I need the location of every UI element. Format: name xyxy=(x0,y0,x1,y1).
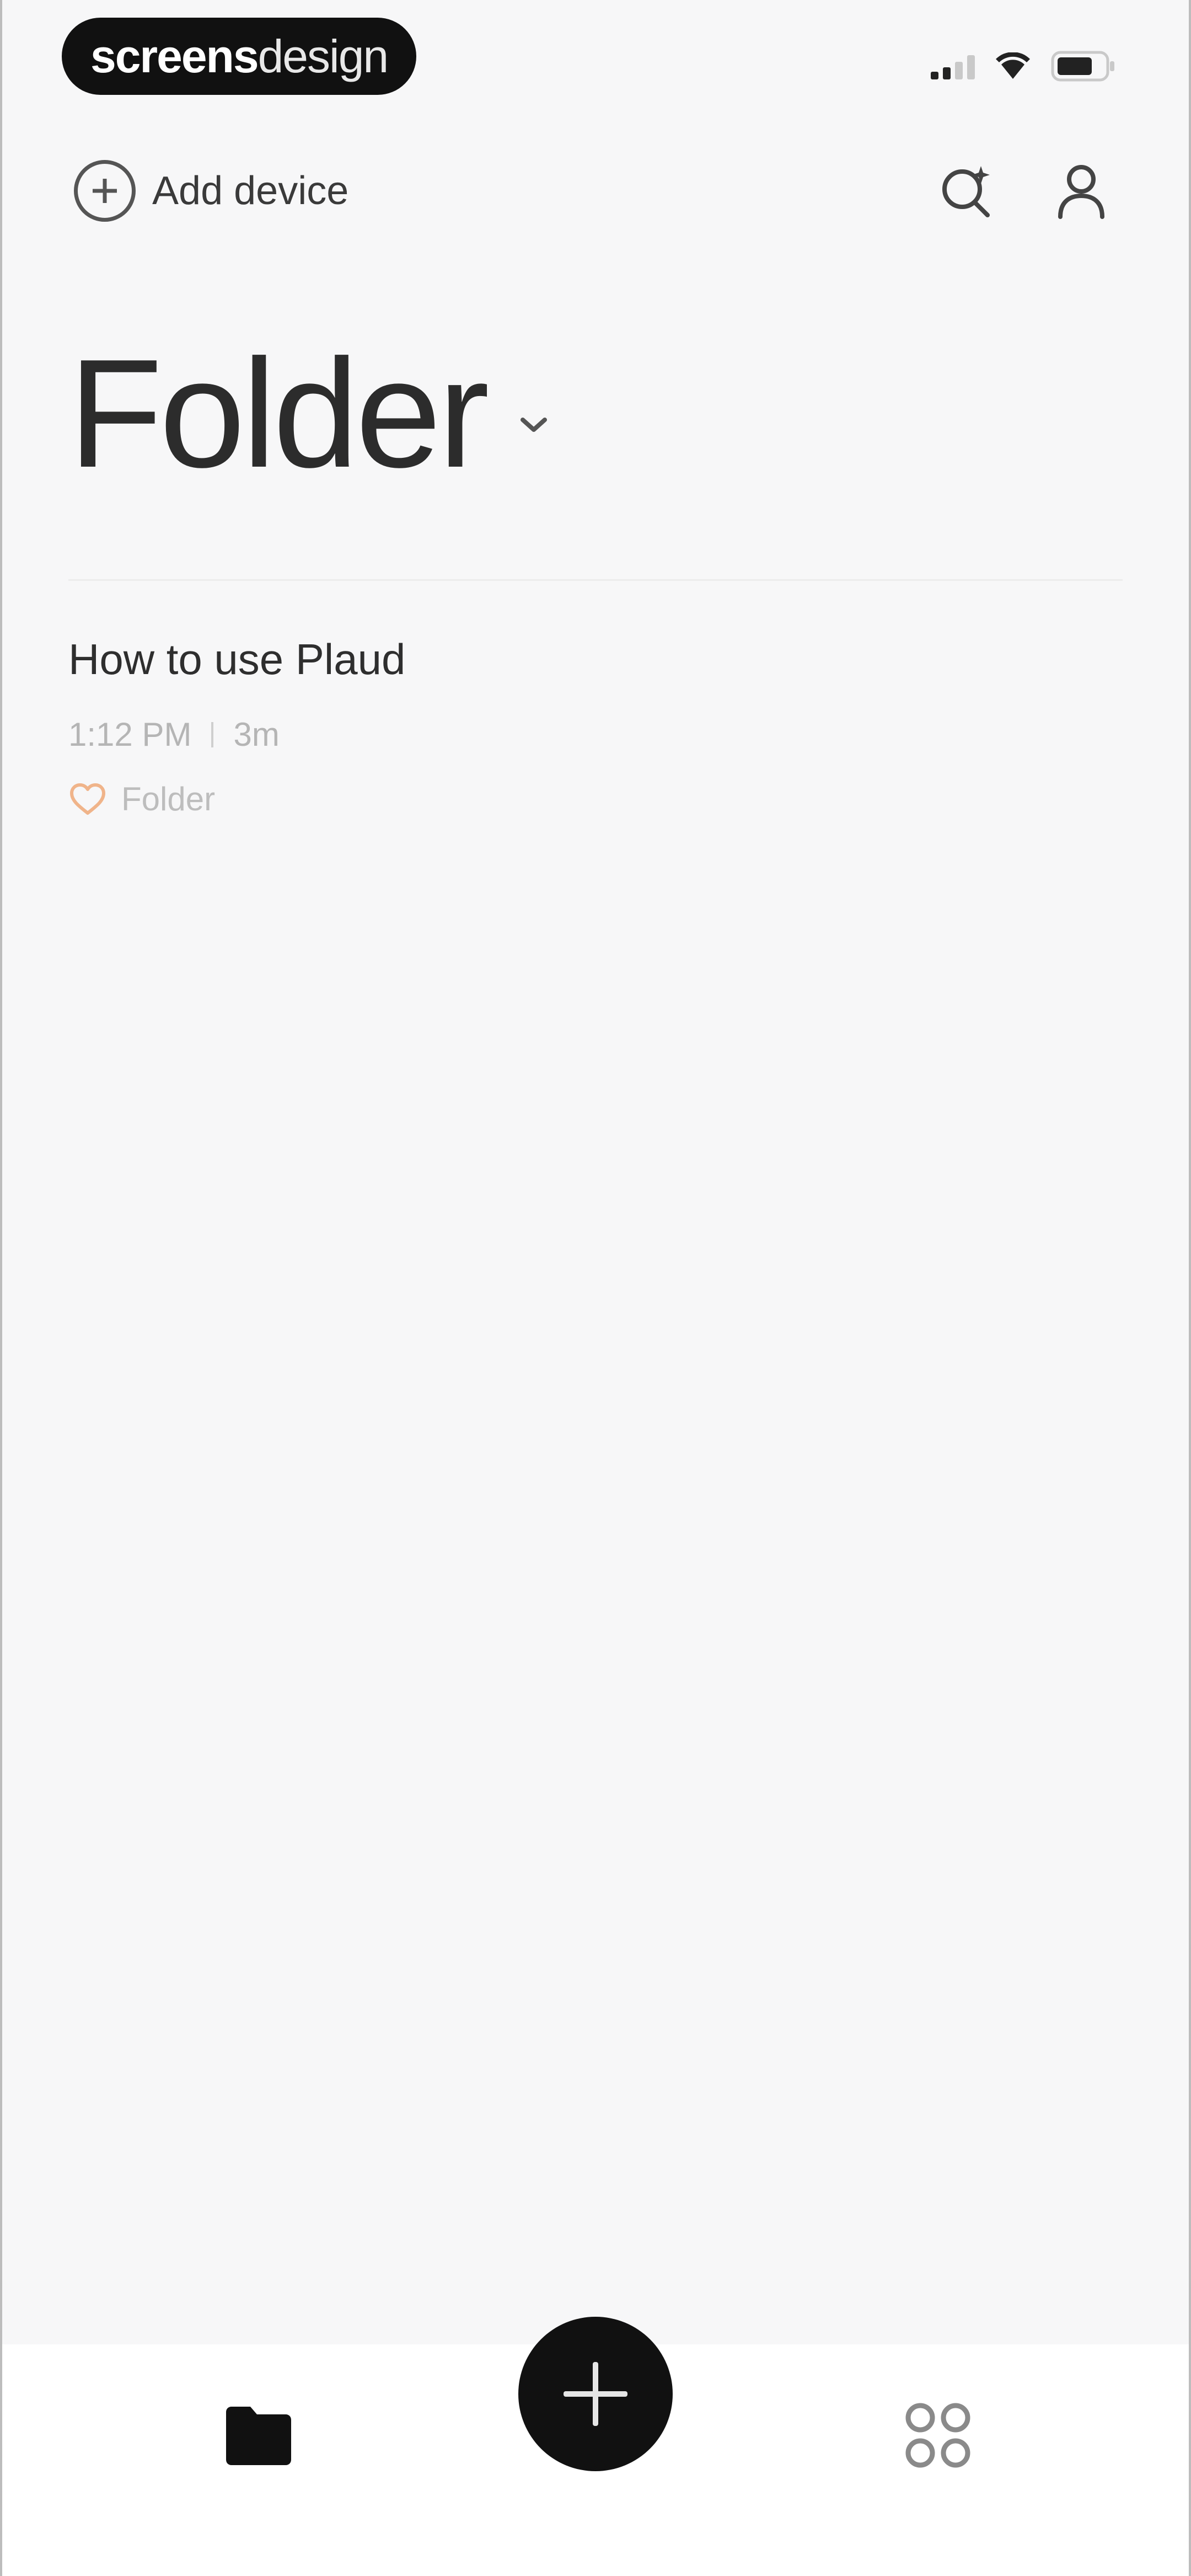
add-device-label: Add device xyxy=(152,169,349,213)
heart-icon xyxy=(70,783,105,815)
recording-folder-tag: Folder xyxy=(68,780,1127,818)
wifi-icon xyxy=(995,52,1031,80)
page-title: Folder xyxy=(68,328,490,500)
recording-time: 1:12 PM xyxy=(68,716,192,753)
search-sparkle-icon xyxy=(942,166,990,217)
recording-meta: 1:12 PM 3m xyxy=(68,715,1127,753)
meta-separator xyxy=(211,722,214,747)
brand-watermark: screens design xyxy=(62,18,417,95)
app-screen: screens design Add device Folder How to … xyxy=(0,0,1191,2576)
header-actions xyxy=(935,160,1112,221)
cellular-signal-icon xyxy=(931,53,975,79)
battery-icon xyxy=(1051,51,1117,82)
profile-button[interactable] xyxy=(1051,160,1112,221)
folder-icon xyxy=(226,2407,291,2465)
chevron-down-icon xyxy=(520,418,547,432)
top-bar: Add device xyxy=(2,149,1189,237)
add-circle-icon xyxy=(74,160,136,222)
divider xyxy=(68,579,1123,581)
recording-list-item[interactable]: How to use Plaud 1:12 PM 3m Folder xyxy=(68,634,1127,818)
apps-grid-icon xyxy=(905,2403,970,2468)
status-icons xyxy=(931,51,1117,82)
bottom-navigation xyxy=(2,2317,1189,2576)
nav-apps-tab[interactable] xyxy=(897,2394,979,2477)
brand-light-text: design xyxy=(257,30,389,82)
brand-bold-text: screens xyxy=(90,30,259,82)
recording-duration: 3m xyxy=(233,716,280,753)
folder-selector[interactable]: Folder xyxy=(68,336,548,491)
nav-folders-tab[interactable] xyxy=(217,2394,300,2477)
search-button[interactable] xyxy=(935,160,996,221)
add-device-button[interactable]: Add device xyxy=(74,160,348,222)
status-bar: screens design xyxy=(2,0,1189,110)
add-recording-button[interactable] xyxy=(518,2317,673,2471)
profile-icon xyxy=(1058,165,1104,219)
recording-title: How to use Plaud xyxy=(68,635,406,683)
recording-folder-name: Folder xyxy=(121,781,216,817)
